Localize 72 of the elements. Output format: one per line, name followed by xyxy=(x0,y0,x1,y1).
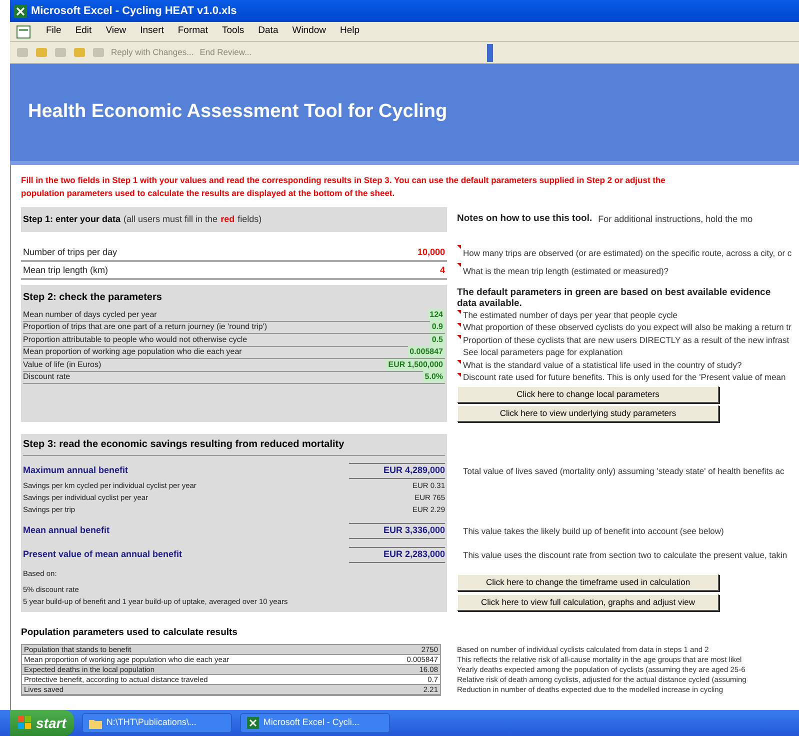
note-text: What is the standard value of a statistical life used in the country of study? xyxy=(463,358,742,372)
parameter-value[interactable]: 124 xyxy=(428,308,445,321)
menu-item[interactable]: Tools xyxy=(222,24,244,39)
parameter-label: Discount rate xyxy=(23,371,70,384)
menu-item[interactable]: File xyxy=(46,24,62,39)
step-header: Step 1: enter your data (all users must fill in the red fields) xyxy=(21,207,447,232)
taskbar-button[interactable]: Microsoft Excel - Cycli... xyxy=(240,713,390,733)
sheet-button[interactable]: Click here to change local parameters xyxy=(457,386,719,403)
input-field[interactable]: 10,000 xyxy=(417,246,445,259)
toolbar-icon[interactable] xyxy=(35,46,48,59)
result-label: Mean annual benefit xyxy=(23,524,110,538)
window-title: Microsoft Excel - Cycling HEAT v1.0.xls xyxy=(31,4,237,19)
parameter-label: Proportion attributable to people who would not otherwise cycle xyxy=(23,334,248,346)
step-header: Step 2: check the parameters xyxy=(23,290,163,304)
note-text: What is the mean trip length (estimated or measured)? xyxy=(463,264,669,278)
menu-item[interactable]: Help xyxy=(340,24,360,39)
parameter-label: Proportion of trips that are one part of a return journey (ie 'round trip') xyxy=(23,321,268,334)
note-text: This value uses the discount rate from section two to calculate the present value, takin xyxy=(462,548,788,562)
menu-item[interactable]: Window xyxy=(292,24,326,39)
menu-item[interactable]: Edit xyxy=(75,24,92,39)
field-label: Mean trip length (km) xyxy=(23,264,108,277)
sheet-button[interactable]: Click here to change the timeframe used in calculation xyxy=(457,574,719,591)
excel-icon xyxy=(247,717,260,729)
toolbar-icon[interactable] xyxy=(54,46,67,59)
note-text: The estimated number of days per year that people cycle xyxy=(463,308,678,322)
notes-heading: Notes on how to use this tool. xyxy=(457,212,592,226)
note-text: Total value of lives saved (mortality only) assuming 'steady state' of health benefits ac xyxy=(462,464,784,478)
parameter-value[interactable]: 5.0% xyxy=(422,371,445,384)
start-button[interactable]: start xyxy=(10,710,74,736)
instruction-text: population parameters used to calculate the results are displayed at the bottom of the sheet. xyxy=(21,186,396,199)
section-title: Population parameters used to calculate results xyxy=(21,626,238,640)
menu-item[interactable]: Format xyxy=(178,24,208,39)
notes-heading: data available. xyxy=(457,298,523,309)
notes-heading: The default parameters in green are based on best available evidence xyxy=(457,286,772,298)
note-text: What proportion of these observed cyclists do you expect will also be making a return tr xyxy=(463,321,792,334)
excel-icon xyxy=(14,4,27,18)
menu-item[interactable]: Insert xyxy=(140,24,164,39)
note-text: Proportion of these cyclists that are new users DIRECTLY as a result of the new infrast xyxy=(463,334,790,347)
toolbar-icon[interactable] xyxy=(73,46,86,59)
toolbar-icon[interactable] xyxy=(92,46,105,59)
note-text: This value takes the likely build up of benefit into account (see below) xyxy=(462,524,724,538)
result-value: EUR 3,336,000 xyxy=(349,523,445,539)
result-value: EUR 2,283,000 xyxy=(349,547,445,563)
parameter-value[interactable]: EUR 1,500,000 xyxy=(386,358,445,371)
instruction-text: Fill in the two fields in Step 1 with your values and read the corresponding results in Step 3. You can use the default parameters supplied in Step 2 or adjust the xyxy=(21,174,666,186)
step-header: Step 3: read the economic savings resulting from reduced mortality xyxy=(23,434,445,456)
note-text: Discount rate used for future benefits. This is only used for the 'Present value of mean xyxy=(463,371,786,384)
note-text: How many trips are observed (or are estimated) on the specific route, across a city, or c xyxy=(463,246,792,260)
sheet-button[interactable]: Click here to view full calculation, graphs and adjust view xyxy=(457,594,719,611)
workbook-icon[interactable] xyxy=(16,24,32,38)
folder-icon xyxy=(89,718,102,728)
taskbar-button[interactable]: N:\THT\Publications\... xyxy=(82,713,232,733)
note-text: See local parameters page for explanation xyxy=(463,346,623,360)
parameter-label: Value of life (in Euros) xyxy=(23,358,102,371)
parameter-label: Mean number of days cycled per year xyxy=(23,308,157,321)
parameter-value[interactable]: 0.9 xyxy=(430,321,445,334)
result-value: EUR 4,289,000 xyxy=(349,463,445,479)
parameter-value[interactable]: 0.5 xyxy=(430,334,445,346)
toolbar-handle[interactable] xyxy=(487,44,493,62)
menu-item[interactable]: View xyxy=(106,24,126,39)
result-label: Maximum annual benefit xyxy=(23,464,128,478)
windows-logo-icon xyxy=(18,716,32,730)
input-field[interactable]: 4 xyxy=(440,264,445,277)
parameter-label: Mean proportion of working age population who die each year xyxy=(23,346,242,358)
toolbar-icon[interactable] xyxy=(16,46,29,59)
parameter-value[interactable]: 0.005847 xyxy=(408,346,445,358)
sheet-button[interactable]: Click here to view underlying study parameters xyxy=(457,405,719,422)
result-label: Present value of mean annual benefit xyxy=(23,548,182,562)
field-label: Number of trips per day xyxy=(23,246,118,259)
banner-title: Health Economic Assessment Tool for Cycling xyxy=(28,100,448,124)
notes-intro: For additional instructions, hold the mo xyxy=(598,212,753,226)
menu-item[interactable]: Data xyxy=(258,24,278,39)
